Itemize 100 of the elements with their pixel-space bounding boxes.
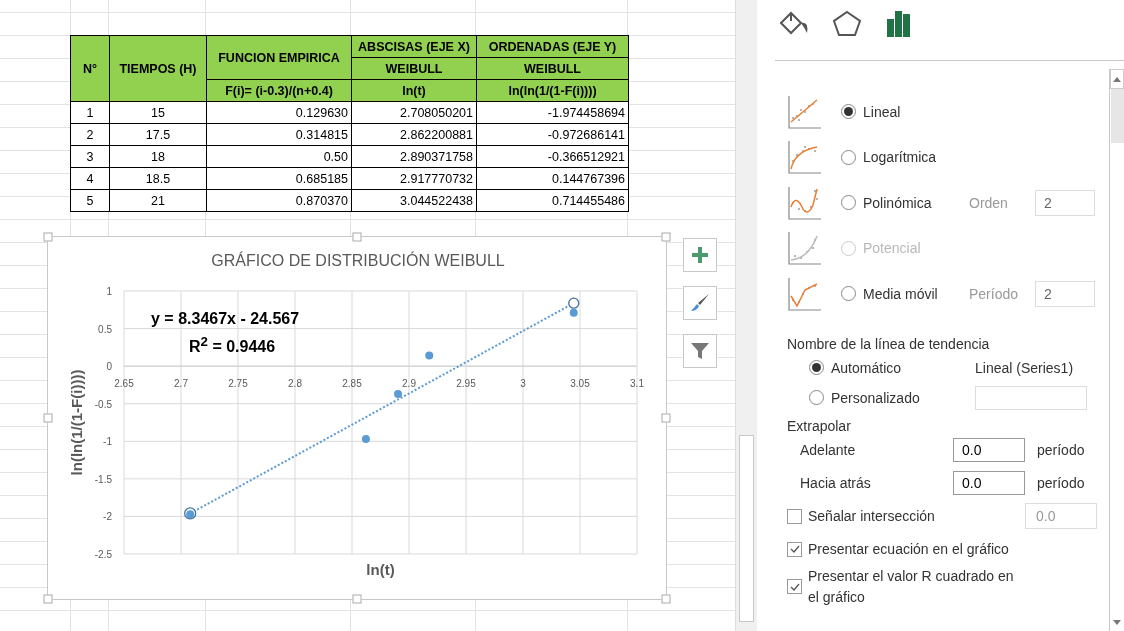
table-cell: -0.366512921 [476,145,629,168]
option-label: Orden [969,194,1009,211]
trendline-type-radio[interactable]: Media móvil [841,285,969,302]
table-cell: 3.044522438 [351,189,477,212]
header-cell: FUNCION EMPIRICA [206,35,352,80]
checkmark-icon [788,543,801,555]
field-label: Adelante [800,442,857,458]
trendline-label: R$^{2}$ = 0.9446 [189,334,276,357]
table-cell: 2.862200881 [351,123,477,146]
table-cell: 4 [70,167,110,190]
tick-label: -0.5 [94,398,112,410]
table-cell: 0.314815 [206,123,352,146]
x-axis-title: ln(t) [366,561,395,578]
tick-label: 2.85 [342,378,362,390]
resize-handle[interactable] [352,594,362,604]
table-cell: 2 [70,123,110,146]
table-cell: 17.5 [109,123,207,146]
tick-label: 2.95 [456,378,476,390]
option-checkbox[interactable]: Presentar ecuación en el gráfico [787,538,1025,560]
tick-label: 2.8 [288,378,302,390]
resize-handle[interactable] [661,413,671,423]
trendline-type-icon [787,139,823,176]
data-point [361,435,370,444]
scroll-up-icon[interactable] [1110,69,1124,89]
trendline-type-icon [787,230,823,267]
option-checkbox[interactable]: Presentar el valor R cuadrado en el gráfico [787,565,1025,608]
tick-label: -1 [103,436,112,448]
section-title: Extrapolar [787,417,852,434]
table-cell: 5 [70,189,110,212]
table-cell: 0.50 [206,145,352,168]
resize-handle[interactable] [43,594,53,604]
chart-title: GRÁFICO DE DISTRIBUCIÓN WEIBULL [211,252,505,269]
tick-label: 2.7 [174,378,188,390]
option-checkbox[interactable]: Señalar intersección [787,505,1025,527]
data-point [186,510,195,519]
scrollbar[interactable] [735,0,757,631]
header-cell: N° [70,35,110,102]
table-cell: 0.129630 [206,101,352,124]
tick-label: -1.5 [94,473,112,485]
field-label: Hacia atrás [800,475,872,491]
period-field[interactable]: 0.0 [953,438,1025,462]
tick-label: 2.75 [228,378,248,390]
header-cell: WEIBULL [476,57,629,80]
data-point [394,389,402,398]
tick-label: 0 [106,361,112,373]
unit-label: período [1037,475,1085,491]
period-field[interactable]: 0.0 [953,471,1025,495]
table-cell: 2.917770732 [351,167,477,190]
scrollbar-thumb[interactable] [739,435,754,622]
data-point [569,308,578,317]
table-cell: 18.5 [109,167,207,190]
trendline-label: y = 8.3467x - 24.567 [151,310,300,328]
name-radio[interactable]: Automático [809,359,975,376]
table-cell: -0.972686141 [476,123,629,146]
tick-label: 2.65 [114,378,134,390]
table-cell: 21 [109,189,207,212]
table-cell: 0.144767396 [476,167,629,190]
trendline-type-radio[interactable]: Lineal [841,103,969,120]
table-cell: 2.890371758 [351,145,477,168]
section-title: Nombre de la línea de tendencia [787,335,991,352]
tick-label: 0.5 [98,323,112,335]
resize-handle[interactable] [43,413,53,423]
tick-label: -2.5 [94,549,112,560]
tick-label: 3 [520,378,526,390]
resize-handle[interactable] [43,232,53,242]
filter-icon[interactable] [683,334,717,368]
table-cell: -1.974458694 [476,101,629,124]
header-cell: ORDENADAS (EJE Y) [476,35,629,58]
resize-handle[interactable] [661,232,671,242]
table-cell: 15 [109,101,207,124]
spin-field[interactable]: 2 [1035,189,1095,216]
y-axis-title: ln(ln(1/(1-F(i)))) [68,369,85,476]
table-cell: 0.714455486 [476,189,629,212]
scrollbar-thumb[interactable] [1111,89,1124,143]
name-field[interactable] [975,385,1087,410]
trendline-type-icon [787,93,823,130]
trendline-name: Lineal (Series1) [975,359,1074,376]
table-cell: 2.708050201 [351,101,477,124]
tick-label: 3.05 [570,378,590,390]
table-cell: 0.870370 [206,189,352,212]
unit-label: período [1037,442,1085,458]
tick-label: 2.9 [402,378,416,390]
trendline-type-icon [787,184,823,221]
add-element-icon[interactable] [683,238,717,272]
option-label: Período [969,285,1020,302]
header-cell: TIEMPOS (H) [109,35,207,102]
scrollbar[interactable] [1109,69,1124,631]
resize-handle[interactable] [661,594,671,604]
data-point [425,351,434,360]
tick-label: 3.1 [630,378,644,390]
trendline-type-icon [787,275,823,312]
name-radio[interactable]: Personalizado [809,389,975,406]
resize-handle[interactable] [352,232,362,242]
header-cell: ABSCISAS (EJE X) [351,35,477,58]
table-cell: 3 [70,145,110,168]
trendline-type-radio[interactable]: Polinómica [841,194,969,211]
brush-icon[interactable] [683,286,717,320]
spin-field[interactable]: 2 [1035,280,1095,307]
trendline-type-radio[interactable]: Logarítmica [841,149,969,166]
table-cell: 1 [70,101,110,124]
